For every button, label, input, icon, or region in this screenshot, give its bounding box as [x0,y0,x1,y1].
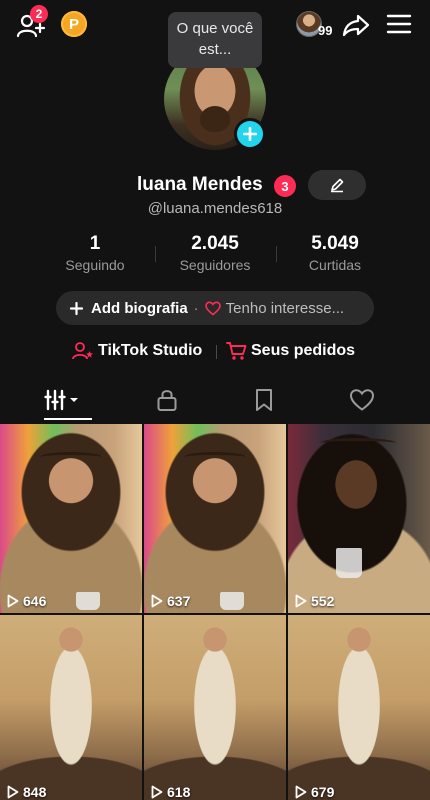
plus-icon [243,127,257,141]
likes-count: 5.049 [311,233,359,254]
view-count-label: 552 [311,593,335,609]
following-label: Seguindo [65,257,125,273]
stat-divider [276,246,277,262]
tab-liked[interactable] [308,380,415,420]
menu-button[interactable] [386,13,412,35]
edit-profile-button[interactable] [308,170,366,200]
play-icon [7,785,19,799]
avatar-beard [200,106,230,132]
share-icon [342,14,370,37]
play-icon [151,785,163,799]
profile-screen: 2 P O que você est... 99 luana Mendes 3 [0,0,430,800]
orders-label: Seus pedidos [251,342,356,359]
studio-person-icon [72,342,93,360]
play-icon [151,594,163,608]
view-count: 552 [295,593,334,609]
notification-badge: 2 [30,5,48,23]
cup [336,548,362,578]
view-count: 637 [151,593,190,609]
bio-pill[interactable]: Add biografia · Tenho interesse... [56,291,374,325]
stat-divider [155,246,156,262]
tab-private[interactable] [113,380,220,420]
cup [76,592,100,610]
tab-videos[interactable] [10,380,117,420]
stat-following[interactable]: 1 Seguindo [40,233,150,273]
bookmark-icon [255,389,272,411]
following-count: 1 [89,233,101,254]
view-count: 618 [151,784,190,800]
video-thumbnail[interactable]: 637 [144,424,286,613]
view-count: 679 [295,784,334,800]
search-tooltip[interactable]: O que você est... [168,12,262,68]
view-count: 848 [7,784,46,800]
add-friend-button[interactable]: 2 [16,5,48,40]
view-count-label: 646 [23,593,47,609]
view-count-label: 848 [23,784,47,800]
view-count: 646 [7,593,46,609]
play-icon [7,594,19,608]
profile-tabs [0,380,430,422]
add-story-button[interactable] [234,118,266,150]
tiktok-studio-label: TikTok Studio [98,342,203,359]
video-thumbnail[interactable]: 552 [288,424,430,613]
orders-link[interactable]: Seus pedidos [226,341,355,361]
video-thumbnail[interactable]: 618 [144,615,286,800]
share-button[interactable] [342,12,370,38]
tiktok-studio-link[interactable]: TikTok Studio [72,341,202,361]
coins-button[interactable]: P [61,11,87,37]
video-grid: 646 637 552 848 618 679 [0,424,430,800]
cup [220,592,244,610]
view-count-label: 618 [167,784,191,800]
tab-saved[interactable] [210,380,317,420]
top-bar: 2 P O que você est... 99 [0,0,430,68]
view-count-label: 637 [167,593,191,609]
interest-link[interactable]: Tenho interesse... [226,300,344,317]
friends-count: 99 [318,23,333,38]
view-count-label: 679 [311,784,335,800]
followers-label: Seguidores [179,257,251,273]
likes-label: Curtidas [308,257,362,273]
videos-grid-icon [43,389,78,411]
thorn-crown [40,452,102,462]
link-divider [216,345,217,359]
followers-count: 2.045 [191,233,239,254]
stat-followers[interactable]: 2.045 Seguidores [160,233,270,273]
video-thumbnail[interactable]: 848 [0,615,142,800]
shopping-cart-icon [226,342,247,360]
heart-icon [204,300,221,316]
plus-icon [70,301,83,315]
pencil-icon [331,178,344,193]
username-handle: @luana.mendes618 [147,200,283,217]
stat-likes[interactable]: 5.049 Curtidas [280,233,390,273]
display-name: luana Mendes [137,174,263,195]
name-badge: 3 [274,175,296,197]
lock-icon [157,390,176,411]
video-thumbnail[interactable]: 646 [0,424,142,613]
thorn-crown [320,438,396,448]
play-icon [295,785,307,799]
active-tab-indicator [44,418,92,420]
hamburger-menu-icon [386,14,412,34]
video-thumbnail[interactable]: 679 [288,615,430,800]
heart-outline-icon [349,389,374,411]
play-icon [295,594,307,608]
add-bio-link[interactable]: Add biografia [91,300,188,317]
thorn-crown [184,452,246,462]
bio-separator: · [193,299,199,317]
